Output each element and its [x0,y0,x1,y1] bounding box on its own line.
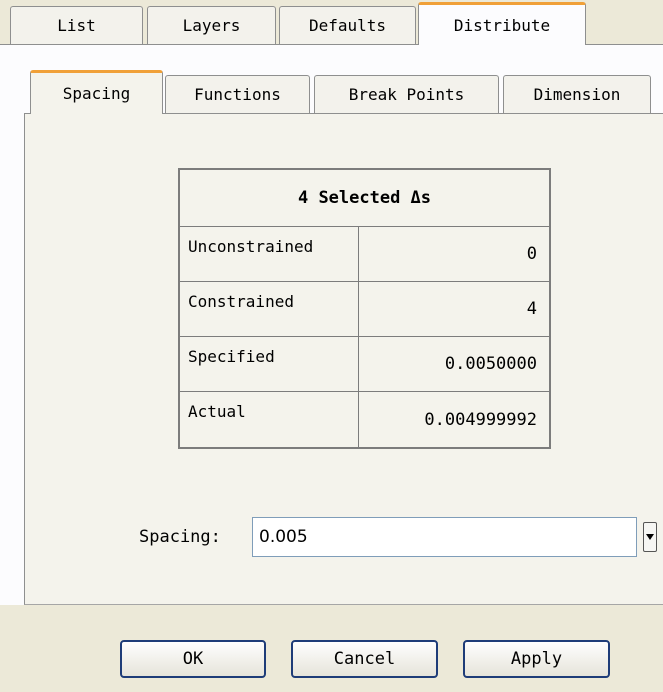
spacing-input[interactable]: 0.005 [252,517,637,557]
tab-spacing[interactable]: Spacing [30,70,163,114]
ok-button[interactable]: OK [120,640,266,678]
row-value: 0 [358,225,551,283]
tab-defaults-label: Defaults [308,16,387,35]
tab-distribute[interactable]: Distribute [418,2,586,45]
row-label: Specified [178,336,359,393]
tab-layers[interactable]: Layers [147,6,276,44]
table-row: Constrained 4 [178,281,551,338]
spacing-label: Spacing: [139,527,221,547]
row-value: 0.004999992 [358,391,551,449]
table-row: Specified 0.0050000 [178,336,551,393]
table-row: Unconstrained 0 [178,225,551,283]
tab-break-points-label: Break Points [348,85,465,104]
tab-list[interactable]: List [10,6,143,44]
tab-list-label: List [57,16,96,35]
tab-distribute-label: Distribute [453,15,551,35]
tab-layers-label: Layers [182,16,241,35]
table-header-row: 4 Selected Δs [178,168,551,227]
tab-dimension[interactable]: Dimension [503,75,651,113]
tab-functions[interactable]: Functions [165,75,310,113]
tab-spacing-label: Spacing [62,84,131,103]
row-value: 4 [358,281,551,338]
apply-button[interactable]: Apply [463,640,610,678]
tab-functions-label: Functions [194,85,281,104]
table-row: Actual 0.004999992 [178,391,551,449]
chevron-down-icon [646,534,654,540]
row-label: Actual [178,391,359,449]
tab-defaults[interactable]: Defaults [279,6,416,44]
tab-dimension-label: Dimension [533,85,621,104]
cancel-button[interactable]: Cancel [291,640,438,678]
row-value: 0.0050000 [358,336,551,393]
row-label: Unconstrained [178,225,359,283]
tab-break-points[interactable]: Break Points [314,75,499,113]
selected-deltas-table: 4 Selected Δs Unconstrained 0 Constraine… [178,168,551,449]
spacing-dropdown-button[interactable] [643,522,657,552]
table-title: 4 Selected Δs [178,168,551,227]
row-label: Constrained [178,281,359,338]
